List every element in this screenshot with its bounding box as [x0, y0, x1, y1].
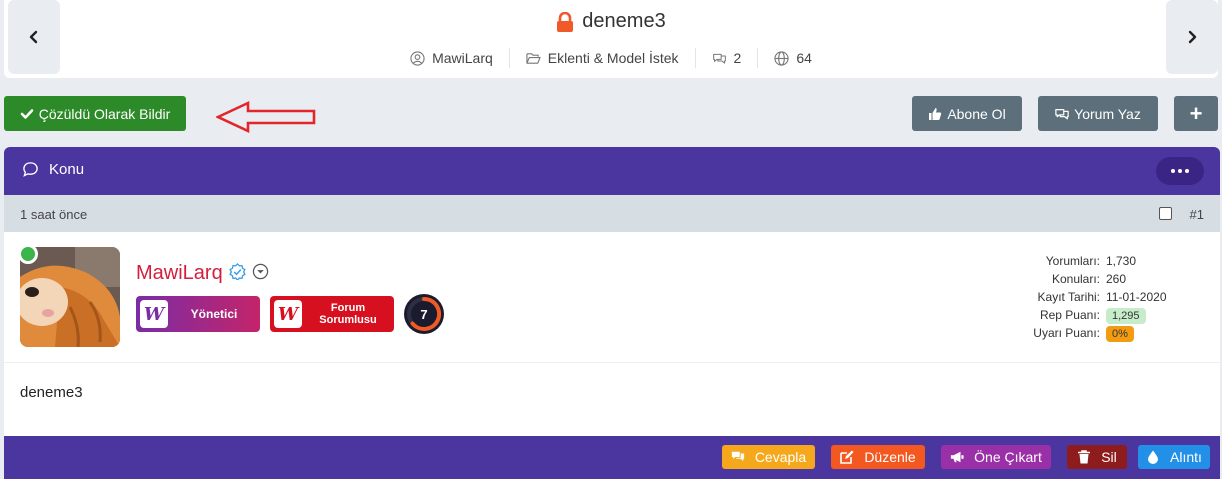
post-number[interactable]: #1 [1190, 207, 1204, 222]
ellipsis-dot [1178, 169, 1182, 173]
ellipsis-dot [1185, 169, 1189, 173]
user-stats: Yorumları: 1,730 Konuları: 260 Kayıt Tar… [1006, 252, 1180, 342]
stat-value: 11-01-2020 [1106, 290, 1167, 304]
comments-icon [731, 451, 744, 461]
thread-title: deneme3 [582, 10, 666, 32]
stat-row: Yorumları: 1,730 [1006, 252, 1180, 270]
stat-row: Rep Puanı: 1,295 [1006, 306, 1180, 324]
post-divider [4, 362, 1220, 363]
admin-badge: W Yönetici [136, 296, 260, 332]
post-section-title: Konu [22, 161, 84, 178]
forum-moderator-line2: Sorumlusu [319, 314, 377, 326]
stat-label: Kayıt Tarihi: [1037, 290, 1100, 304]
admin-badge-label: Yönetici [190, 307, 238, 321]
user-level-value: 7 [420, 306, 428, 322]
reply-label: Cevapla [754, 449, 807, 465]
rep-points-badge: 1,295 [1106, 308, 1146, 324]
meta-author[interactable]: MawiLarq [394, 48, 510, 68]
stat-value: 1,730 [1106, 254, 1137, 268]
stat-label: Rep Puanı: [1039, 308, 1100, 322]
user-circle-icon [410, 50, 425, 66]
w-logo-icon: W [140, 300, 168, 328]
cat-avatar-image [20, 247, 120, 347]
user-menu-toggle[interactable] [252, 263, 269, 285]
ellipsis-dot [1171, 169, 1175, 173]
user-badges: W Yönetici W Forum Sorumlusu 7 [136, 294, 444, 334]
username-row: MawiLarq [136, 262, 269, 285]
forum-moderator-line1: Forum [330, 302, 366, 314]
post-body: MawiLarq W Yönetici W Forum Sorumlusu 7 [4, 232, 1220, 436]
warning-points-badge: 0% [1106, 326, 1134, 342]
mark-resolved-label: Çözüldü Olarak Bildir [38, 105, 171, 122]
post-header: Konu [4, 147, 1220, 195]
subscribe-button[interactable]: Abone Ol [912, 96, 1022, 131]
username-link[interactable]: MawiLarq [136, 262, 223, 285]
thread-header: deneme3 MawiLarq Eklenti & Model İstek 2… [4, 0, 1218, 78]
post-footer: Cevapla Düzenle Öne Çıkart Sil Alıntı [4, 436, 1220, 479]
feature-button[interactable]: Öne Çıkart [941, 445, 1051, 469]
verified-icon-wrap [228, 262, 246, 285]
stat-value: 260 [1106, 272, 1127, 286]
delete-label: Sil [1101, 449, 1117, 465]
stat-label: Uyarı Puanı: [1033, 326, 1100, 340]
thread-meta: MawiLarq Eklenti & Model İstek 2 64 [4, 48, 1218, 68]
meta-views: 64 [758, 48, 828, 68]
post-options-button[interactable] [1156, 157, 1204, 185]
meta-category[interactable]: Eklenti & Model İstek [510, 48, 696, 68]
chevron-down-circle-icon [252, 263, 268, 279]
red-arrow-annotation [216, 100, 316, 134]
comment-icon [23, 162, 38, 177]
edit-label: Düzenle [864, 449, 916, 465]
stat-row: Kayıt Tarihi: 11-01-2020 [1006, 288, 1180, 306]
w-logo-icon: W [274, 300, 302, 328]
meta-replies: 2 [696, 48, 759, 68]
online-status-dot [18, 244, 38, 264]
post-content: deneme3 [20, 384, 83, 401]
post-section-label: Konu [49, 161, 85, 178]
add-button[interactable]: + [1174, 96, 1218, 131]
meta-category-label: Eklenti & Model İstek [547, 50, 679, 66]
write-comment-label: Yorum Yaz [1074, 105, 1141, 122]
quote-label: Alıntı [1170, 449, 1202, 465]
edit-button[interactable]: Düzenle [831, 445, 925, 469]
meta-author-label: MawiLarq [432, 50, 493, 66]
verified-icon [228, 262, 246, 281]
delete-button[interactable]: Sil [1067, 445, 1127, 469]
lock-icon [557, 11, 574, 32]
stat-row: Uyarı Puanı: 0% [1006, 324, 1180, 342]
thumbs-up-icon [929, 107, 942, 120]
forum-moderator-badge: W Forum Sorumlusu [270, 296, 394, 332]
tint-icon [1148, 450, 1159, 464]
meta-replies-count: 2 [733, 50, 742, 66]
mark-resolved-button[interactable]: Çözüldü Olarak Bildir [4, 96, 186, 131]
thread-title-row: deneme3 [4, 10, 1218, 33]
meta-views-count: 64 [796, 50, 812, 66]
subscribe-label: Abone Ol [947, 105, 1006, 122]
check-icon [20, 108, 34, 119]
bullhorn-icon [951, 451, 964, 463]
post-select-checkbox[interactable] [1159, 207, 1172, 220]
post-info-bar: 1 saat önce #1 [4, 195, 1220, 232]
stat-label: Yorumları: [1045, 254, 1100, 268]
reply-button[interactable]: Cevapla [722, 445, 815, 469]
edit-icon [840, 450, 854, 464]
trash-icon [1078, 450, 1091, 464]
feature-label: Öne Çıkart [974, 449, 1042, 465]
plus-icon: + [1189, 100, 1203, 126]
comments-icon [712, 53, 726, 64]
stat-label: Konuları: [1051, 272, 1100, 286]
forum-moderator-label: Forum Sorumlusu [302, 302, 394, 326]
globe-icon [774, 50, 789, 66]
write-comment-button[interactable]: Yorum Yaz [1038, 96, 1158, 131]
stat-row: Konuları: 260 [1006, 270, 1180, 288]
post-time: 1 saat önce [20, 207, 88, 222]
folder-open-icon [526, 52, 541, 64]
avatar[interactable] [20, 247, 120, 347]
user-level-badge: 7 [404, 294, 444, 334]
comments-icon [1055, 108, 1069, 119]
quote-button[interactable]: Alıntı [1138, 445, 1210, 469]
